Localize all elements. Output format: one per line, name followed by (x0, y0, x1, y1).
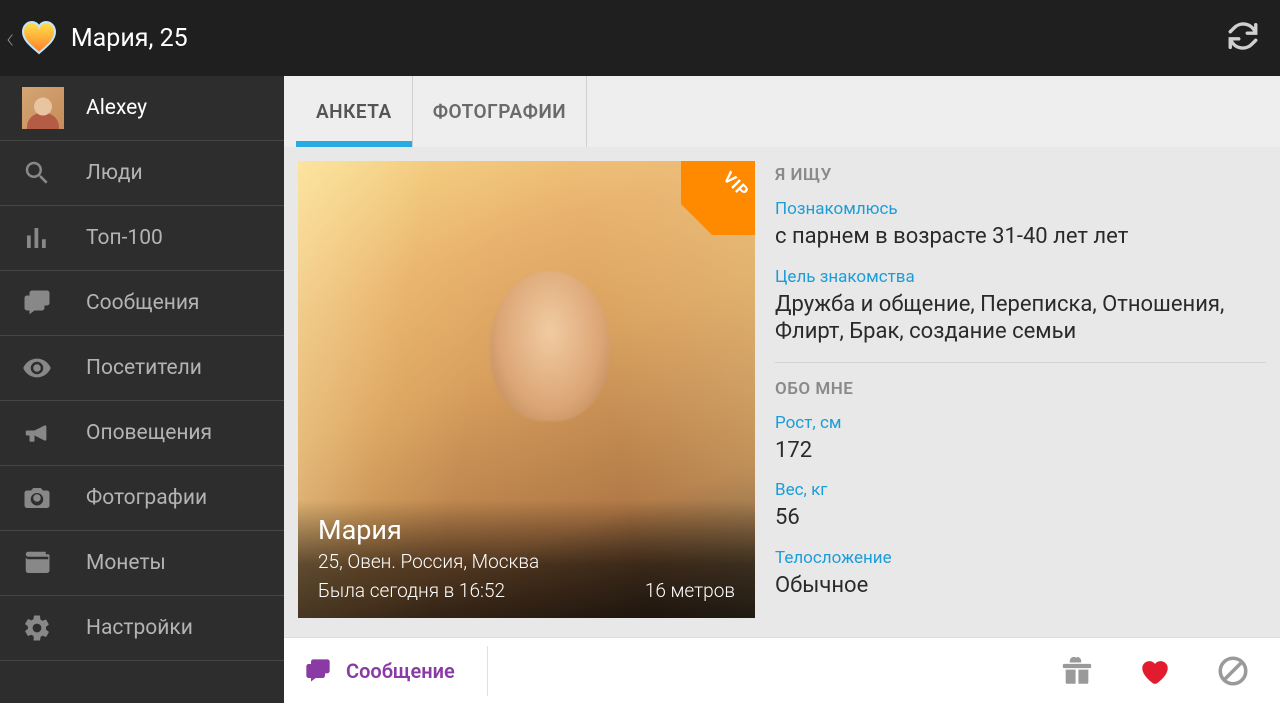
profile-name: Мария (318, 514, 735, 546)
sidebar-item-messages[interactable]: Сообщения (0, 271, 284, 336)
messages-icon (22, 288, 64, 318)
profile-last-seen: Была сегодня в 16:52 (318, 579, 505, 602)
sidebar-item-coins[interactable]: Монеты (0, 531, 284, 596)
sidebar-item-label: Настройки (86, 616, 193, 640)
body-value: Обычное (775, 572, 1266, 600)
sidebar-item-people[interactable]: Люди (0, 141, 284, 206)
chart-icon (22, 223, 64, 253)
photo-overlay: Мария 25, Овен. Россия, Москва Была сего… (298, 500, 755, 618)
sidebar-item-visitors[interactable]: Посетители (0, 336, 284, 401)
block-button[interactable] (1216, 654, 1250, 688)
weight-label: Вес, кг (775, 480, 1266, 500)
search-icon (22, 158, 64, 188)
purpose-text: Дружба и общение, Переписка, Отношения, … (775, 291, 1266, 346)
sidebar-item-label: Посетители (86, 356, 202, 380)
gift-icon (1060, 654, 1094, 688)
profile-info: Я ИЩУ Познакомлюсь с парнем в возрасте 3… (775, 161, 1266, 629)
height-value: 172 (775, 437, 1266, 465)
sidebar-user[interactable]: Alexey (0, 76, 284, 141)
tab-photos[interactable]: ФОТОГРАФИИ (413, 76, 587, 147)
section-about-title: ОБО МНЕ (775, 377, 1266, 413)
purpose-label: Цель знакомства (775, 267, 1266, 287)
seeking-text: с парнем в возрасте 31-40 лет лет (775, 223, 1266, 251)
app-logo-icon[interactable] (17, 16, 61, 60)
sidebar-item-label: Монеты (86, 551, 166, 575)
avatar (22, 87, 64, 129)
action-bar: Сообщение (284, 637, 1280, 703)
block-icon (1216, 654, 1250, 688)
weight-value: 56 (775, 504, 1266, 532)
divider (775, 362, 1266, 363)
body-label: Телосложение (775, 548, 1266, 568)
like-button[interactable] (1138, 654, 1172, 688)
wallet-icon (22, 548, 64, 578)
message-label: Сообщение (346, 659, 455, 683)
height-label: Рост, см (775, 413, 1266, 433)
sidebar-item-notifications[interactable]: Оповещения (0, 401, 284, 466)
vip-badge (681, 161, 755, 235)
sidebar-item-label: Сообщения (86, 291, 199, 315)
main: АНКЕТА ФОТОГРАФИИ VIP Мария 25, Овен. Ро… (284, 76, 1280, 703)
page-title: Мария, 25 (71, 24, 188, 53)
profile-distance: 16 метров (645, 579, 735, 602)
tab-label: ФОТОГРАФИИ (433, 100, 566, 123)
sidebar-item-label: Люди (86, 161, 143, 185)
sidebar-item-label: Топ-100 (86, 226, 163, 250)
app-header: ‹ Мария, 25 (0, 0, 1280, 76)
tabs: АНКЕТА ФОТОГРАФИИ (284, 76, 1280, 147)
profile-detail: 25, Овен. Россия, Москва (318, 550, 735, 573)
chat-icon (302, 657, 334, 685)
refresh-icon[interactable] (1226, 19, 1260, 57)
sidebar-item-label: Фотографии (86, 486, 207, 510)
eye-icon (22, 353, 64, 383)
tab-label: АНКЕТА (316, 100, 392, 123)
camera-icon (22, 483, 64, 513)
gear-icon (22, 613, 64, 643)
seeking-label: Познакомлюсь (775, 199, 1266, 219)
sidebar: Alexey Люди Топ-100 Сообщения (0, 76, 284, 703)
sidebar-item-settings[interactable]: Настройки (0, 596, 284, 661)
sidebar-item-photos[interactable]: Фотографии (0, 466, 284, 531)
sidebar-item-label: Оповещения (86, 421, 212, 445)
sidebar-user-name: Alexey (86, 96, 147, 120)
heart-icon (1138, 654, 1172, 688)
section-seeking-title: Я ИЩУ (775, 163, 1266, 199)
back-icon[interactable]: ‹ (6, 21, 15, 56)
megaphone-icon (22, 418, 64, 448)
profile-photo[interactable]: VIP Мария 25, Овен. Россия, Москва Была … (298, 161, 755, 618)
message-button[interactable]: Сообщение (302, 646, 488, 696)
tab-profile[interactable]: АНКЕТА (296, 76, 413, 147)
gift-button[interactable] (1060, 654, 1094, 688)
sidebar-item-top100[interactable]: Топ-100 (0, 206, 284, 271)
